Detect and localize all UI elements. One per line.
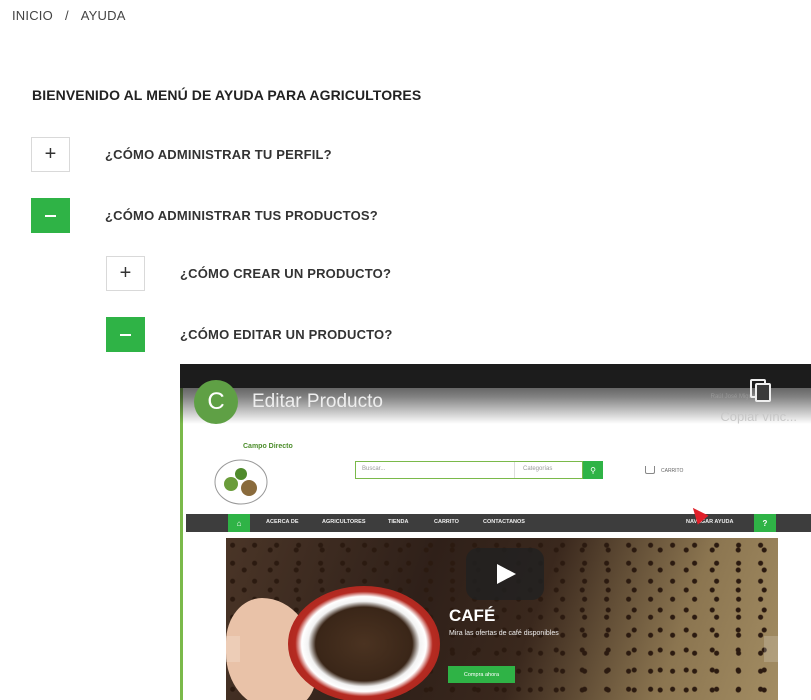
carousel-next-icon[interactable] <box>764 636 778 662</box>
copy-link-button[interactable]: Copiar vínc... <box>720 378 797 426</box>
nav-item[interactable]: CARRITO <box>434 519 459 525</box>
site-navbar: ⌂ ACERCA DE AGRICULTORES TIENDA CARRITO … <box>186 514 811 532</box>
minus-icon[interactable] <box>31 198 70 233</box>
accordion-item-edit-product[interactable]: ¿CÓMO EDITAR UN PRODUCTO? <box>106 317 393 352</box>
accordion-label[interactable]: ¿CÓMO ADMINISTRAR TUS PRODUCTOS? <box>105 208 378 223</box>
cart-link[interactable]: CARRITO <box>661 468 683 474</box>
accordion-label[interactable]: ¿CÓMO CREAR UN PRODUCTO? <box>180 266 391 281</box>
search-icon[interactable]: ⚲ <box>583 461 603 479</box>
nav-item[interactable]: TIENDA <box>388 519 408 525</box>
video-frame: Campo Directo Buscar... Categorías ⚲ CAR… <box>180 388 811 700</box>
copy-link-label: Copiar vínc... <box>720 409 797 424</box>
banner-title: CAFÉ <box>449 606 496 625</box>
breadcrumb-current: AYUDA <box>80 8 126 23</box>
coffee-cup-image <box>288 586 440 700</box>
home-icon[interactable]: ⌂ <box>228 514 250 532</box>
search-placeholder: Buscar... <box>362 466 386 472</box>
coffee-banner: CAFÉ Mira las ofertas de café disponible… <box>226 538 778 700</box>
category-select[interactable]: Categorías <box>514 462 574 478</box>
cart-icon[interactable] <box>645 466 655 474</box>
page-title: BIENVENIDO AL MENÚ DE AYUDA PARA AGRICUL… <box>32 87 422 103</box>
video-player[interactable]: Campo Directo Buscar... Categorías ⚲ CAR… <box>180 364 811 700</box>
help-icon[interactable]: ? <box>754 514 776 532</box>
play-icon[interactable] <box>466 548 544 600</box>
banner-subtitle: Mira las ofertas de café disponibles <box>449 630 559 637</box>
nav-item[interactable]: AGRICULTORES <box>322 519 366 525</box>
breadcrumb: INICIO / AYUDA <box>12 8 126 23</box>
copy-icon <box>749 378 771 402</box>
site-logo-text: Campo Directo <box>243 443 293 450</box>
plus-icon[interactable]: + <box>106 256 145 291</box>
video-title[interactable]: Editar Producto <box>252 391 383 413</box>
nav-item[interactable]: ACERCA DE <box>266 519 299 525</box>
plus-icon[interactable]: + <box>31 137 70 172</box>
nav-item[interactable]: CONTACTANOS <box>483 519 525 525</box>
carousel-prev-icon[interactable] <box>226 636 240 662</box>
breadcrumb-separator: / <box>64 8 69 23</box>
breadcrumb-home-link[interactable]: INICIO <box>12 8 53 23</box>
accordion-item-profile[interactable]: + ¿CÓMO ADMINISTRAR TU PERFIL? <box>31 137 332 172</box>
minus-icon[interactable] <box>106 317 145 352</box>
accordion-item-products[interactable]: ¿CÓMO ADMINISTRAR TUS PRODUCTOS? <box>31 198 378 233</box>
accordion-label[interactable]: ¿CÓMO EDITAR UN PRODUCTO? <box>180 327 393 342</box>
channel-avatar[interactable]: C <box>194 380 238 424</box>
site-search-input[interactable]: Buscar... Categorías <box>355 461 583 479</box>
accordion-label[interactable]: ¿CÓMO ADMINISTRAR TU PERFIL? <box>105 147 332 162</box>
buy-now-button[interactable]: Compra ahora <box>448 666 515 683</box>
accordion-item-create-product[interactable]: + ¿CÓMO CREAR UN PRODUCTO? <box>106 256 391 291</box>
